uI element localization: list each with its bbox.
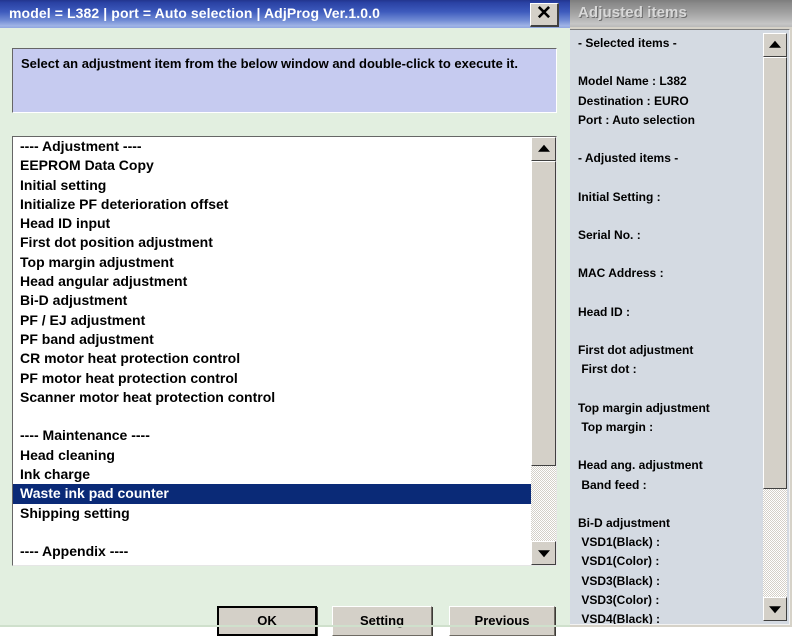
list-item[interactable]: Head angular adjustment — [13, 272, 531, 291]
adjusted-items-title: Adjusted items — [578, 4, 687, 21]
adjusted-items-line: First dot : — [578, 362, 637, 377]
adjprog-title: model = L382 | port = Auto selection | A… — [9, 5, 381, 21]
screen: Adjusted items - Selected items - Model … — [0, 0, 792, 636]
list-item — [13, 523, 531, 542]
list-item[interactable]: Initial setting — [13, 176, 531, 195]
list-item[interactable]: EEPROM Data Copy — [13, 156, 531, 175]
adjusted-items-line: Model Name : L382 — [578, 74, 687, 89]
adjustment-item-list[interactable]: ---- Adjustment ---- EEPROM Data Copy Init… — [12, 136, 557, 566]
instruction-panel: Select an adjustment item from the below… — [12, 48, 557, 113]
adjusted-items-spacer — [578, 380, 763, 399]
adjprog-titlebar[interactable]: model = L382 | port = Auto selection | A… — [0, 0, 570, 28]
list-item[interactable]: Final check pattern print — [13, 562, 531, 565]
scroll-up-arrow-icon[interactable] — [763, 33, 787, 57]
adjusted-items-titlebar[interactable]: Adjusted items — [567, 0, 792, 27]
adjustment-list-scrollbar[interactable] — [531, 137, 556, 565]
adjusted-items-line: Bi-D adjustment — [578, 515, 671, 530]
scrollbar-thumb[interactable] — [531, 161, 556, 466]
adjusted-items-spacer — [578, 53, 763, 72]
ok-button[interactable]: OK — [217, 606, 317, 636]
adjusted-items-spacer — [578, 495, 763, 514]
adjusted-items-line: - Selected items - — [578, 36, 677, 50]
adjusted-items-line: Top margin : — [578, 419, 654, 434]
previous-button[interactable]: Previous — [449, 606, 555, 636]
list-item[interactable]: PF / EJ adjustment — [13, 311, 531, 330]
adjusted-items-line: Initial Setting : — [578, 189, 661, 204]
adjusted-items-scrollbar[interactable] — [763, 33, 787, 621]
list-item[interactable]: Head ID input — [13, 214, 531, 233]
list-item[interactable]: PF motor heat protection control — [13, 369, 531, 388]
adjusted-items-text: - Selected items - Model Name : L382 Dest… — [578, 34, 763, 625]
adjusted-items-line: Head ang. adjustment — [578, 458, 703, 473]
adjprog-window: model = L382 | port = Auto selection | A… — [0, 0, 570, 636]
adjusted-items-spacer — [578, 284, 763, 303]
setting-button[interactable]: Setting — [332, 606, 432, 636]
adjusted-items-spacer — [578, 168, 763, 187]
adjusted-items-line: Band feed : — [578, 477, 647, 492]
adjusted-items-line: MAC Address : — [578, 266, 664, 281]
adjusted-items-line: VSD1(Black) : — [578, 535, 661, 550]
close-icon[interactable]: ✕ — [530, 3, 559, 27]
list-item[interactable]: Top margin adjustment — [13, 253, 531, 272]
adjusted-items-spacer — [578, 245, 763, 264]
adjusted-items-spacer — [578, 130, 763, 149]
list-item[interactable]: Head cleaning — [13, 446, 531, 465]
scrollbar-thumb[interactable] — [763, 57, 787, 489]
list-item[interactable]: First dot position adjustment — [13, 233, 531, 252]
list-item[interactable]: Scanner motor heat protection control — [13, 388, 531, 407]
list-item[interactable]: Bi-D adjustment — [13, 291, 531, 310]
adjusted-items-line: VSD3(Black) : — [578, 573, 661, 588]
list-item[interactable]: Shipping setting — [13, 504, 531, 523]
adjusted-items-spacer — [578, 322, 763, 341]
scroll-down-arrow-icon[interactable] — [531, 541, 556, 565]
adjusted-items-client-area: - Selected items - Model Name : L382 Dest… — [569, 29, 790, 625]
adjusted-items-spacer — [578, 437, 763, 456]
adjusted-items-spacer — [578, 207, 763, 226]
scroll-down-arrow-icon[interactable] — [763, 597, 787, 621]
scroll-up-arrow-icon[interactable] — [531, 137, 556, 161]
adjusted-items-line: - Adjusted items - — [578, 151, 679, 166]
adjustment-item-list-items[interactable]: ---- Adjustment ---- EEPROM Data Copy Init… — [13, 137, 531, 565]
list-item[interactable]: ---- Maintenance ---- — [13, 426, 531, 445]
list-item-selected[interactable]: Waste ink pad counter — [13, 484, 531, 504]
list-item[interactable]: CR motor heat protection control — [13, 349, 531, 368]
list-item[interactable]: PF band adjustment — [13, 330, 531, 349]
list-item — [13, 407, 531, 426]
adjusted-items-line: VSD3(Color) : — [578, 592, 660, 607]
scrollbar-track[interactable] — [531, 161, 556, 541]
adjusted-items-line: VSD4(Black) : — [578, 611, 661, 625]
adjusted-items-line: Destination : EURO — [578, 93, 689, 108]
adjusted-items-line: Serial No. : — [578, 227, 641, 242]
adjusted-items-line: Port : Auto selection — [578, 112, 695, 127]
adjusted-items-line: First dot adjustment — [578, 343, 694, 358]
adjusted-items-line: VSD1(Color) : — [578, 554, 660, 569]
list-item[interactable]: ---- Adjustment ---- — [13, 137, 531, 156]
instruction-text: Select an adjustment item from the below… — [21, 56, 518, 71]
list-item[interactable]: Initialize PF deterioration offset — [13, 195, 531, 214]
adjusted-items-line: Top margin adjustment — [578, 400, 710, 415]
adjprog-client-area: Select an adjustment item from the below… — [0, 28, 570, 636]
scrollbar-track[interactable] — [763, 57, 787, 597]
list-item[interactable]: Ink charge — [13, 465, 531, 484]
adjusted-items-window: Adjusted items - Selected items - Model … — [567, 0, 792, 627]
list-item[interactable]: ---- Appendix ---- — [13, 542, 531, 561]
adjusted-items-line: Head ID : — [578, 304, 631, 319]
